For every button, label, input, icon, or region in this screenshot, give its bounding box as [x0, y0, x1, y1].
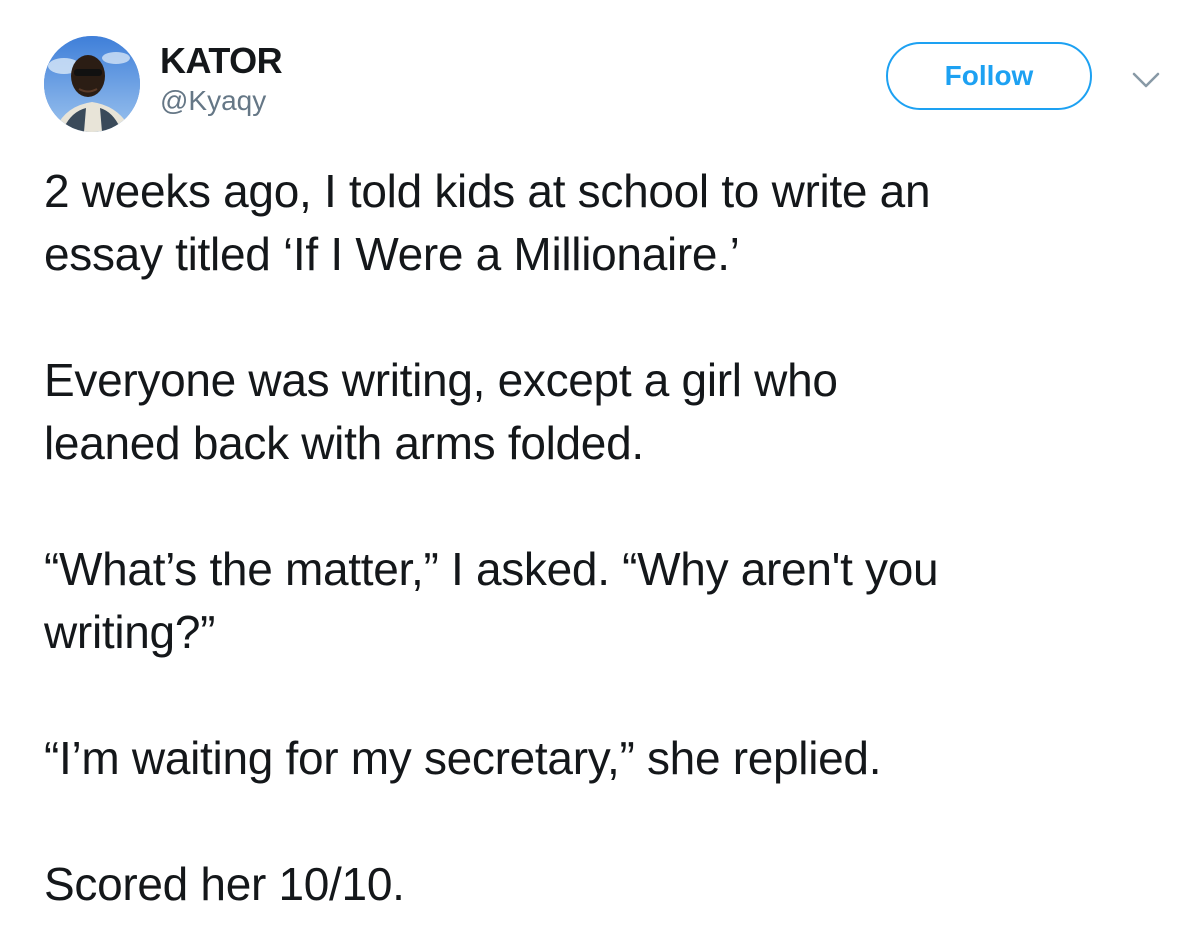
tweet-paragraph: 2 weeks ago, I told kids at school to wr… [44, 165, 931, 280]
chevron-down-icon[interactable] [1128, 66, 1164, 94]
avatar-photo [44, 36, 140, 132]
avatar[interactable] [44, 36, 140, 132]
tweet-header: KATOR @Kyaqy Follow [0, 0, 1204, 150]
tweet-paragraph: “What’s the matter,” I asked. “Why aren'… [44, 543, 939, 658]
tweet-paragraph: Everyone was writing, except a girl who … [44, 354, 838, 469]
tweet-paragraph: “I’m waiting for my secretary,” she repl… [44, 732, 882, 784]
tweet-paragraph: Scored her 10/10. [44, 858, 405, 910]
author-info: KATOR @Kyaqy [160, 40, 283, 118]
display-name[interactable]: KATOR [160, 40, 283, 82]
follow-button[interactable]: Follow [886, 42, 1092, 110]
username[interactable]: @Kyaqy [160, 84, 282, 118]
tweet-body: 2 weeks ago, I told kids at school to wr… [44, 160, 1184, 916]
